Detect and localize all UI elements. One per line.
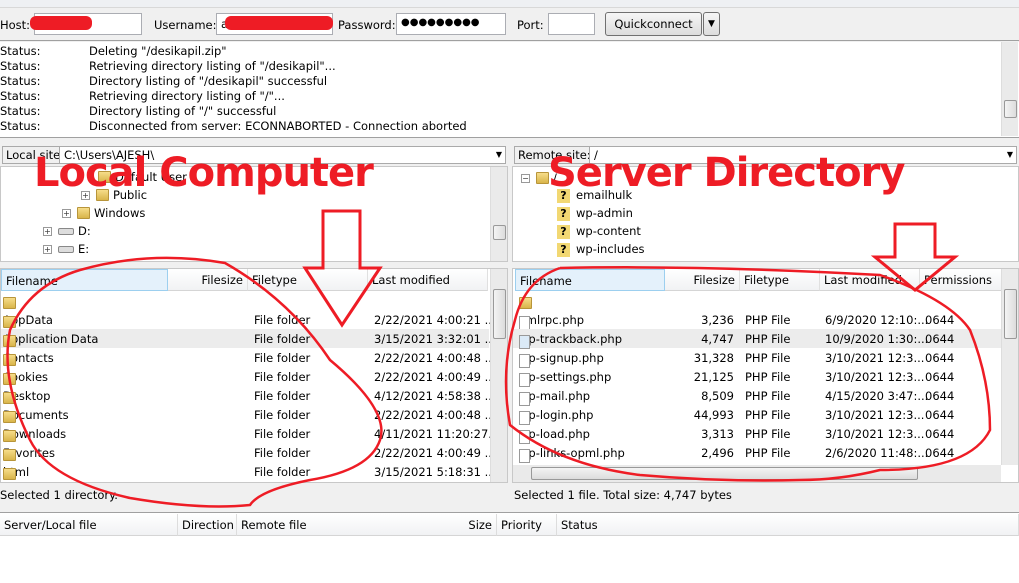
annotation-circle-local (6, 256, 383, 508)
annotation-overlay (6, 209, 992, 508)
annotation-arrow-local (302, 209, 383, 328)
annotation-arrow-remote (870, 222, 960, 292)
annotation-circle-remote (504, 266, 992, 482)
